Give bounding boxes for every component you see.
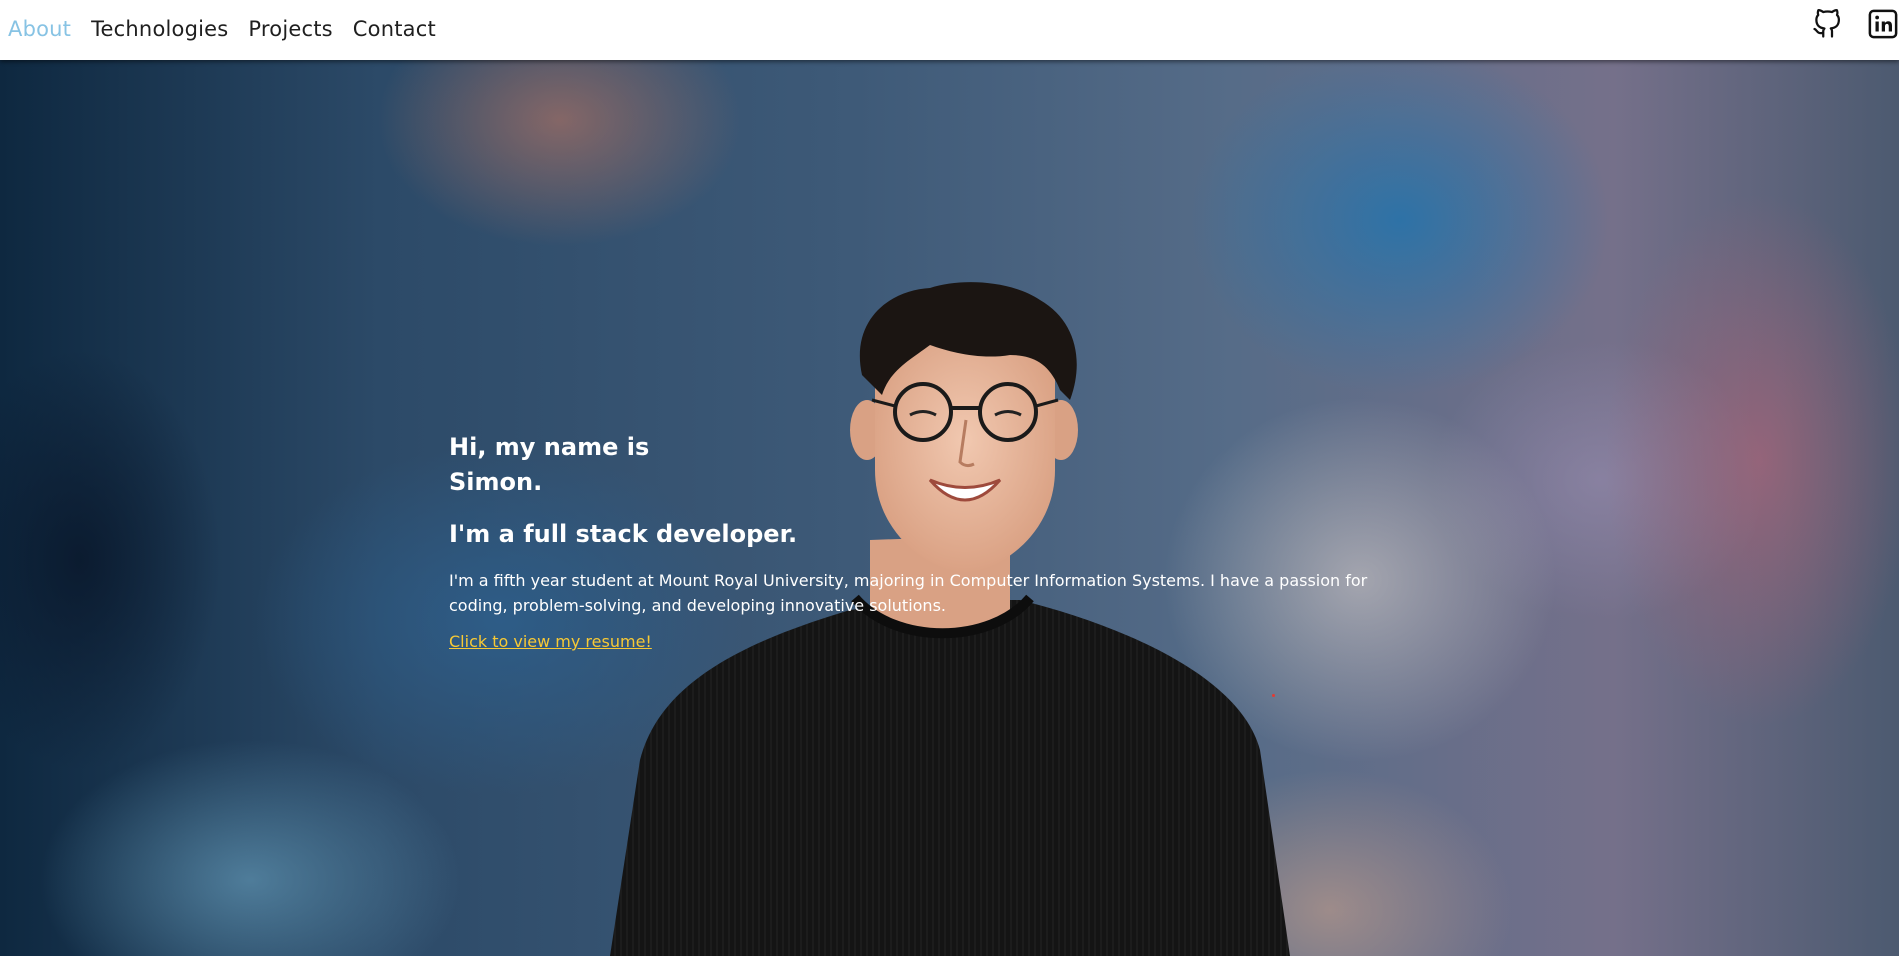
resume-link[interactable]: Click to view my resume! bbox=[449, 632, 652, 651]
nav-links: About Technologies Projects Contact bbox=[8, 0, 456, 58]
role-heading: I'm a full stack developer. bbox=[449, 520, 798, 548]
nav-link-about[interactable]: About bbox=[8, 17, 71, 41]
nav-link-technologies[interactable]: Technologies bbox=[91, 17, 228, 41]
nav-link-contact[interactable]: Contact bbox=[353, 17, 436, 41]
github-icon[interactable] bbox=[1811, 8, 1843, 40]
linkedin-icon[interactable] bbox=[1867, 8, 1899, 40]
social-icons bbox=[1811, 8, 1899, 40]
intro-content: Hi, my name is Simon. I'm a full stack d… bbox=[449, 430, 1439, 651]
nav-link-projects[interactable]: Projects bbox=[248, 17, 332, 41]
bio-text: I'm a fifth year student at Mount Royal … bbox=[449, 571, 1368, 615]
hero-section: Hi, my name is Simon. I'm a full stack d… bbox=[0, 60, 1899, 956]
greeting-heading: Hi, my name is Simon. bbox=[449, 433, 650, 496]
red-dot bbox=[1272, 694, 1275, 697]
top-nav: About Technologies Projects Contact bbox=[0, 0, 1899, 60]
